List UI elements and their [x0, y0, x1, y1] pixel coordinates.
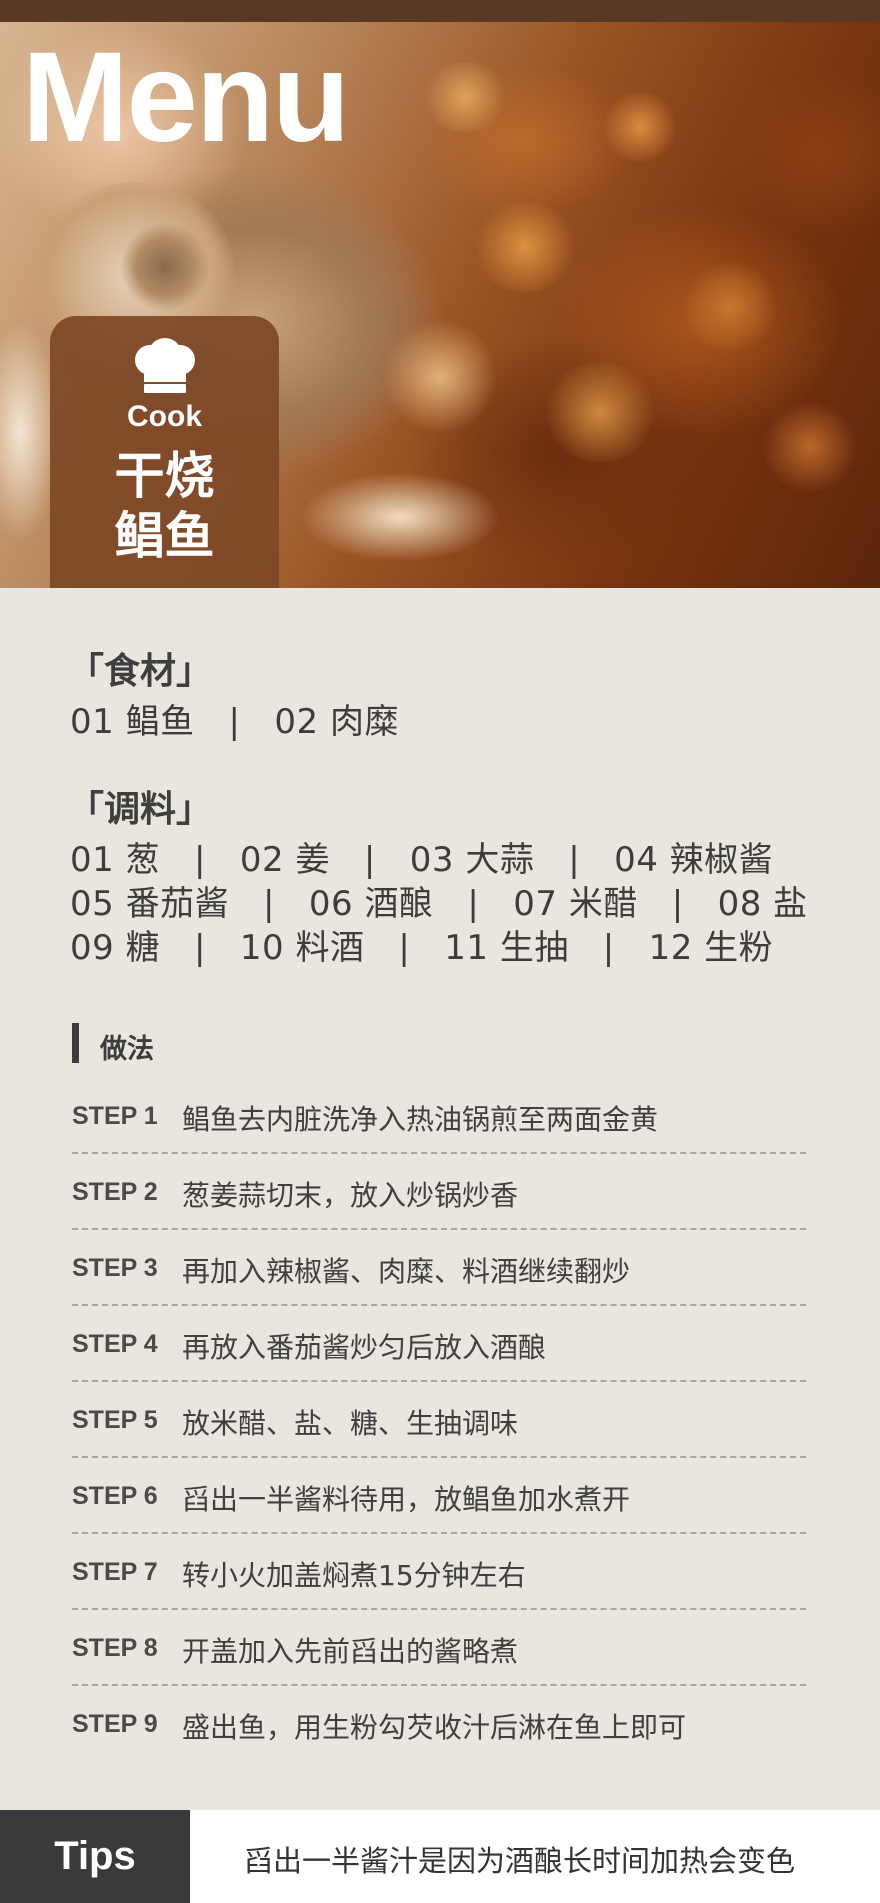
step-row: STEP 3 再加入辣椒酱、肉糜、料酒继续翻炒 — [72, 1230, 806, 1306]
step-row: STEP 6 舀出一半酱料待用，放鲳鱼加水煮开 — [72, 1458, 806, 1534]
page-title: Menu — [22, 26, 350, 169]
cook-label: Cook — [127, 400, 202, 433]
step-text: 盛出鱼，用生粉勾芡收汁后淋在鱼上即可 — [182, 1711, 687, 1744]
step-row: STEP 1 鲳鱼去内脏洗净入热油锅煎至两面金黄 — [72, 1078, 806, 1154]
chef-hat-icon — [135, 338, 195, 393]
step-row: STEP 2 葱姜蒜切末，放入炒锅炒香 — [72, 1154, 806, 1230]
step-text: 葱姜蒜切末，放入炒锅炒香 — [182, 1179, 519, 1212]
step-label: STEP 8 — [72, 1634, 158, 1662]
tips-label: Tips — [0, 1810, 190, 1903]
step-text: 放米醋、盐、糖、生抽调味 — [182, 1407, 519, 1440]
heading-marker — [72, 1023, 79, 1063]
step-row: STEP 8 开盖加入先前舀出的酱略煮 — [72, 1610, 806, 1686]
step-text: 鲳鱼去内脏洗净入热油锅煎至两面金黄 — [182, 1103, 659, 1136]
step-text: 再加入辣椒酱、肉糜、料酒继续翻炒 — [182, 1255, 631, 1288]
step-label: STEP 4 — [72, 1330, 158, 1358]
step-label: STEP 1 — [72, 1102, 158, 1130]
tips-text: 舀出一半酱汁是因为酒酿长时间加热会变色 — [244, 1844, 796, 1878]
dish-name: 干烧 鲳鱼 — [50, 446, 279, 566]
step-label: STEP 9 — [72, 1710, 158, 1738]
step-label: STEP 2 — [72, 1178, 158, 1206]
seasonings-line-3: 09 糖 | 10 料酒 | 11 生抽 | 12 生粉 — [70, 928, 774, 968]
top-bar — [0, 0, 880, 22]
seasonings-heading: 「调料」 — [68, 789, 213, 830]
step-row: STEP 9 盛出鱼，用生粉勾芡收汁后淋在鱼上即可 — [72, 1686, 806, 1762]
ingredients-list: 01 鲳鱼 | 02 肉糜 — [70, 702, 399, 742]
dish-name-line-1: 干烧 — [114, 447, 215, 505]
step-label: STEP 5 — [72, 1406, 158, 1434]
method-heading-label: 做法 — [100, 1034, 154, 1065]
step-row: STEP 4 再放入番茄酱炒匀后放入酒酿 — [72, 1306, 806, 1382]
dish-name-line-2: 鲳鱼 — [114, 507, 215, 565]
step-row: STEP 7 转小火加盖焖煮15分钟左右 — [72, 1534, 806, 1610]
dish-badge: Cook 干烧 鲳鱼 — [50, 316, 279, 588]
tips-bar: Tips 舀出一半酱汁是因为酒酿长时间加热会变色 — [0, 1810, 880, 1903]
seasonings-line-1: 01 葱 | 02 姜 | 03 大蒜 | 04 辣椒酱 — [70, 840, 774, 880]
step-row: STEP 5 放米醋、盐、糖、生抽调味 — [72, 1382, 806, 1458]
step-text: 开盖加入先前舀出的酱略煮 — [182, 1635, 519, 1668]
step-text: 转小火加盖焖煮15分钟左右 — [182, 1559, 526, 1592]
step-label: STEP 7 — [72, 1558, 158, 1586]
step-text: 舀出一半酱料待用，放鲳鱼加水煮开 — [182, 1483, 631, 1516]
step-text: 再放入番茄酱炒匀后放入酒酿 — [182, 1331, 547, 1364]
seasonings-line-2: 05 番茄酱 | 06 酒酿 | 07 米醋 | 08 盐 — [70, 884, 808, 924]
step-label: STEP 6 — [72, 1482, 158, 1510]
ingredients-heading: 「食材」 — [68, 651, 213, 692]
step-label: STEP 3 — [72, 1254, 158, 1282]
